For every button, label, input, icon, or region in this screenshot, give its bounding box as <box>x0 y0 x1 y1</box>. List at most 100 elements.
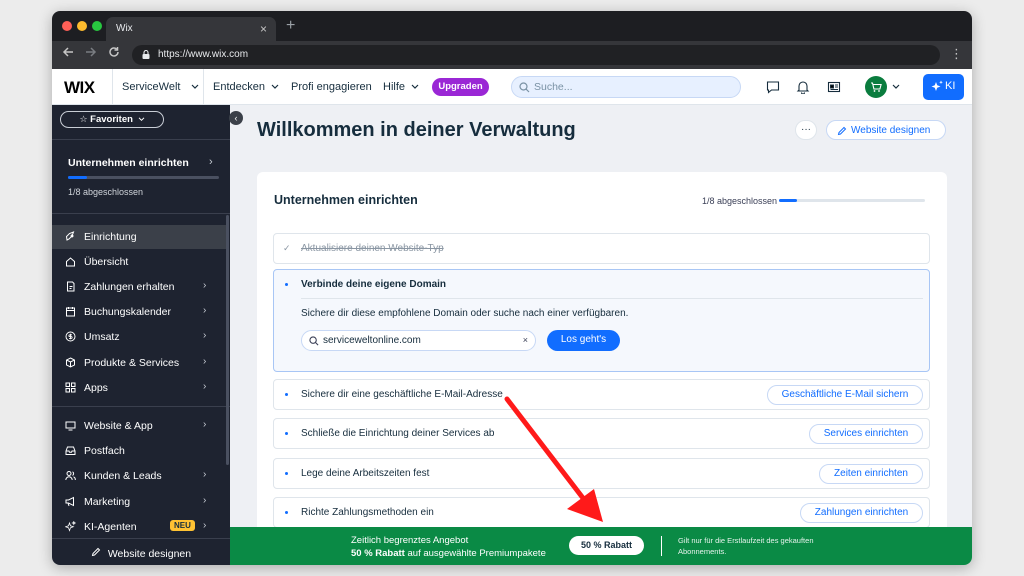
promo-divider <box>661 536 662 556</box>
sparkle-icon <box>65 521 76 532</box>
promo-offer-rest: auf ausgewählte Premiumpakete <box>404 548 546 559</box>
setup-progress-bar <box>68 176 219 179</box>
sidebar-scrollbar[interactable] <box>226 215 229 465</box>
task-bullet <box>285 432 288 435</box>
chat-icon[interactable] <box>766 80 780 94</box>
chevron-right-icon: › <box>203 381 207 392</box>
chevron-down-icon[interactable] <box>892 84 900 90</box>
wix-logo[interactable]: WIX <box>64 78 95 98</box>
sidebar-item-website-app[interactable]: Website & App › <box>52 414 226 438</box>
search-placeholder: Suche... <box>534 81 573 93</box>
sidebar-item-label: Zahlungen erhalten <box>84 281 175 293</box>
ki-button[interactable]: KI <box>923 74 964 100</box>
task-divider <box>301 298 923 299</box>
task-done-website-type[interactable]: ✓ Aktualisiere deinen Website-Typ <box>273 233 930 264</box>
promo-offer: 50 % Rabatt auf ausgewählte Premiumpaket… <box>351 548 546 559</box>
browser-tab[interactable]: Wix × <box>106 17 276 41</box>
promo-banner: Zeitlich begrenztes Angebot 50 % Rabatt … <box>230 527 972 565</box>
reload-icon[interactable] <box>108 46 120 61</box>
bell-icon[interactable] <box>796 80 810 94</box>
setup-card-title: Unternehmen einrichten <box>274 193 418 207</box>
sidebar-item-label: Marketing <box>84 496 131 508</box>
site-switcher[interactable]: ServiceWelt <box>112 69 204 105</box>
promo-discount-button[interactable]: 50 % Rabatt <box>569 536 644 555</box>
payments-icon <box>67 281 75 292</box>
more-actions-button[interactable]: ··· <box>795 120 817 140</box>
forward-icon[interactable] <box>85 46 97 61</box>
nav-label: Entdecken <box>213 81 265 93</box>
design-website-label: Website designen <box>851 125 931 136</box>
back-icon[interactable] <box>62 46 74 61</box>
ki-label: KI <box>945 80 956 92</box>
sidebar-item-zahlungen-erhalten[interactable]: Zahlungen erhalten › <box>52 275 226 299</box>
sidebar-divider <box>52 139 230 140</box>
sidebar-item-einrichtung[interactable]: Einrichtung <box>52 225 226 249</box>
clear-icon[interactable]: × <box>523 335 528 345</box>
avatar[interactable] <box>865 76 887 98</box>
chevron-right-icon: › <box>203 330 207 341</box>
setup-card-progress-fill <box>779 199 798 202</box>
sidebar-item-postfach[interactable]: Postfach <box>52 439 226 463</box>
sidebar-divider <box>52 538 230 539</box>
browser-menu-icon[interactable]: ⋮ <box>950 46 963 62</box>
calendar-icon <box>66 307 75 317</box>
task-open-title[interactable]: Verbinde deine eigene Domain <box>301 279 446 290</box>
url-text: https://www.wix.com <box>158 49 249 60</box>
business-email-button[interactable]: Geschäftliche E-Mail sichern <box>767 385 923 405</box>
promo-offer-bold: 50 % Rabatt <box>351 548 405 559</box>
task-business-email: Sichere dir eine geschäftliche E-Mail-Ad… <box>273 379 930 410</box>
domain-search-input[interactable]: serviceweltonline.com × <box>301 330 536 351</box>
sidebar-item-umsatz[interactable]: Umsatz › <box>52 325 226 349</box>
sidebar-item-label: Website & App <box>84 420 153 432</box>
sidebar-item-uebersicht[interactable]: Übersicht <box>52 250 226 274</box>
sidebar-item-marketing[interactable]: Marketing › <box>52 490 226 514</box>
design-website-button[interactable]: Website designen <box>826 120 946 140</box>
working-hours-button[interactable]: Zeiten einrichten <box>819 464 923 484</box>
sidebar-item-buchungskalender[interactable]: Buchungskalender › <box>52 300 226 324</box>
browser-window: Wix × + https://www.wix.com ⋮ WIX Servic… <box>52 11 972 565</box>
chevron-right-icon: › <box>203 356 207 367</box>
sidebar-item-ki-agenten[interactable]: KI-Agenten NEU › <box>52 515 226 539</box>
tab-close-icon[interactable]: × <box>260 22 267 36</box>
sidebar-item-kunden-leads[interactable]: Kunden & Leads › <box>52 464 226 488</box>
upgrade-button[interactable]: Upgraden <box>432 78 489 96</box>
apps-icon <box>65 382 76 393</box>
chevron-right-icon: › <box>203 469 207 480</box>
chevron-down-icon <box>138 117 144 122</box>
address-bar[interactable]: https://www.wix.com <box>132 45 940 65</box>
new-tab-button[interactable]: + <box>286 17 295 35</box>
minimize-window-button[interactable] <box>77 21 87 31</box>
setup-title[interactable]: Unternehmen einrichten <box>68 157 189 169</box>
services-setup-button[interactable]: Services einrichten <box>809 424 923 444</box>
collapse-sidebar-button[interactable]: ‹ <box>229 111 243 125</box>
sidebar-item-produkte-services[interactable]: Produkte & Services › <box>52 351 226 375</box>
megaphone-icon <box>65 496 74 507</box>
payment-methods-button[interactable]: Zahlungen einrichten <box>800 503 923 523</box>
nav-profi-engagieren[interactable]: Profi engagieren <box>291 81 372 93</box>
new-badge: NEU <box>170 520 195 531</box>
nav-entdecken[interactable]: Entdecken <box>213 81 279 93</box>
sidebar-item-apps[interactable]: Apps › <box>52 376 226 400</box>
setup-card-progress-bar <box>779 199 925 202</box>
chevron-right-icon[interactable]: › <box>209 156 213 168</box>
favorites-button[interactable]: ☆ Favoriten <box>60 111 164 128</box>
pencil-icon <box>91 547 101 557</box>
sidebar-item-label: Übersicht <box>84 256 129 268</box>
sidebar-item-label: Postfach <box>84 445 125 457</box>
connect-domain-button[interactable]: Los geht's <box>547 330 620 351</box>
setup-status: 1/8 abgeschlossen <box>68 187 144 197</box>
setup-card: Unternehmen einrichten 1/8 abgeschlossen… <box>257 172 947 552</box>
chevron-down-icon <box>191 84 199 89</box>
people-icon <box>65 471 76 481</box>
favorites-label: Favoriten <box>90 114 133 125</box>
news-icon[interactable] <box>827 80 841 94</box>
chevron-right-icon: › <box>203 280 207 291</box>
close-window-button[interactable] <box>62 21 72 31</box>
sidebar-design-site-button[interactable]: Website designen <box>52 547 230 560</box>
search-input[interactable]: Suche... <box>511 76 741 98</box>
chevron-right-icon: › <box>203 520 207 531</box>
sidebar-item-label: Produkte & Services <box>84 357 180 369</box>
nav-hilfe[interactable]: Hilfe <box>383 81 419 93</box>
maximize-window-button[interactable] <box>92 21 102 31</box>
promo-note: Gilt nur für die Erstlaufzeit des gekauf… <box>678 536 814 556</box>
